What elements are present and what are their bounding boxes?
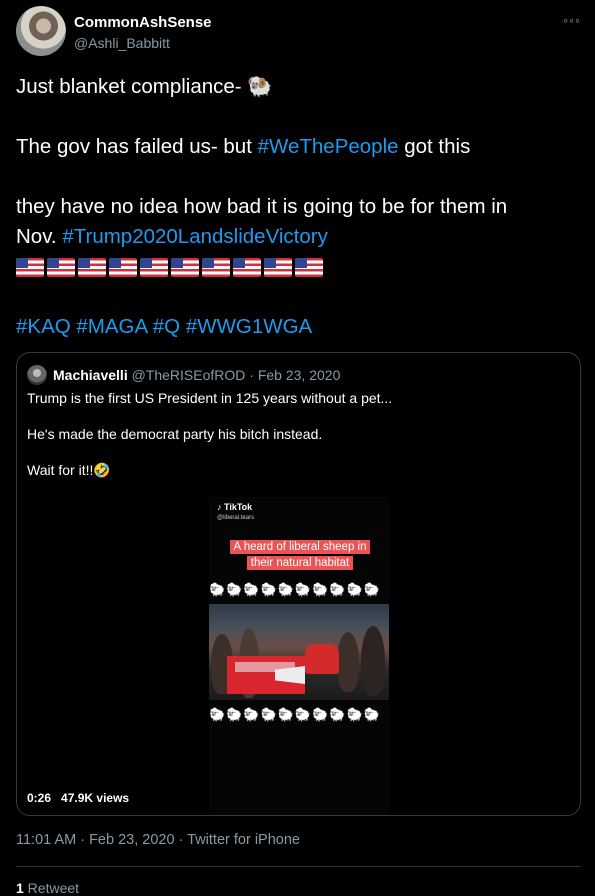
- tweet-line-2: The gov has failed us- but #WeThePeople …: [16, 132, 586, 162]
- us-flag-icon: [140, 257, 168, 277]
- tiktok-logo: ♪ TikTok: [217, 502, 253, 512]
- us-flag-icon: [109, 257, 137, 277]
- quote-avatar: [27, 365, 47, 385]
- hashtag-link[interactable]: #Trump2020LandslideVictory: [62, 225, 328, 248]
- quote-date: · Feb 23, 2020: [249, 367, 341, 383]
- tweet-line-1: Just blanket compliance- 🐏: [16, 75, 273, 98]
- display-name[interactable]: CommonAshSense: [74, 14, 212, 31]
- hashtag-link[interactable]: #MAGA: [76, 315, 147, 338]
- video-caption: A heard of liberal sheep in their natura…: [221, 539, 379, 571]
- us-flag-icon: [202, 257, 230, 277]
- hashtag-row: #KAQ #MAGA #Q #WWG1WGA: [16, 312, 586, 342]
- tweet-body: Just blanket compliance- 🐏 The gov has f…: [16, 72, 586, 342]
- us-flag-icon: [171, 257, 199, 277]
- retweet-number: 1: [16, 880, 24, 896]
- avatar[interactable]: [16, 6, 66, 56]
- divider: [16, 866, 581, 867]
- quote-handle: @TheRISEofROD: [131, 367, 246, 383]
- tweet-text: The gov has failed us- but: [16, 135, 258, 158]
- quote-display-name: Machiavelli: [53, 367, 128, 383]
- user-handle[interactable]: @Ashli_Babbitt: [74, 35, 170, 51]
- sheep-emoji-row-top: 🐑🐑🐑🐑🐑🐑🐑🐑🐑🐑: [209, 582, 381, 597]
- us-flag-icon: [233, 257, 261, 277]
- video-stats: 0:26 47.9K views: [27, 791, 129, 805]
- us-flag-icon: [295, 257, 323, 277]
- crowd-scene-image: [209, 604, 389, 700]
- tweet-line-4: Nov. #Trump2020LandslideVictory: [16, 222, 586, 252]
- quote-body: Trump is the first US President in 125 y…: [27, 389, 567, 497]
- quote-meta: Machiavelli @TheRISEofROD · Feb 23, 2020: [53, 367, 340, 383]
- hashtag-link[interactable]: #KAQ: [16, 315, 71, 338]
- us-flag-icon: [78, 257, 106, 277]
- tweet-text: Nov.: [16, 225, 63, 248]
- us-flag-icon: [16, 257, 44, 277]
- quote-line-1: Trump is the first US President in 125 y…: [27, 390, 393, 406]
- video-duration: 0:26: [27, 791, 52, 805]
- tweet-timestamp[interactable]: 11:01 AM · Feb 23, 2020 · Twitter for iP…: [16, 832, 300, 848]
- video-player[interactable]: ♪ TikTok @liberal.tears A heard of liber…: [209, 497, 389, 815]
- us-flag-icon: [47, 257, 75, 277]
- quote-line-3: Wait for it!!🤣: [27, 462, 111, 478]
- sheep-emoji-row-bottom: 🐑🐑🐑🐑🐑🐑🐑🐑🐑🐑: [209, 707, 381, 722]
- us-flag-emoji-row: [16, 252, 586, 282]
- tiktok-handle: @liberal.tears: [217, 515, 255, 521]
- video-views: 47.9K views: [61, 791, 130, 805]
- hashtag-link[interactable]: #WWG1WGA: [186, 315, 312, 338]
- us-flag-icon: [264, 257, 292, 277]
- more-options-icon[interactable]: ◦◦◦: [563, 12, 581, 28]
- tweet-header: CommonAshSense @Ashli_Babbitt ◦◦◦: [16, 6, 581, 58]
- tweet-text: got this: [398, 135, 471, 158]
- quoted-tweet[interactable]: Machiavelli @TheRISEofROD · Feb 23, 2020…: [16, 352, 581, 816]
- tweet-line-3: they have no idea how bad it is going to…: [16, 195, 508, 218]
- hashtag-link[interactable]: #Q: [153, 315, 180, 338]
- hashtag-link[interactable]: #WeThePeople: [258, 135, 399, 158]
- retweet-label: Retweet: [23, 880, 80, 896]
- quote-line-2: He's made the democrat party his bitch i…: [27, 426, 323, 442]
- retweet-count[interactable]: 1 Retweet: [16, 880, 79, 896]
- video-caption-text: A heard of liberal sheep in their natura…: [229, 540, 371, 570]
